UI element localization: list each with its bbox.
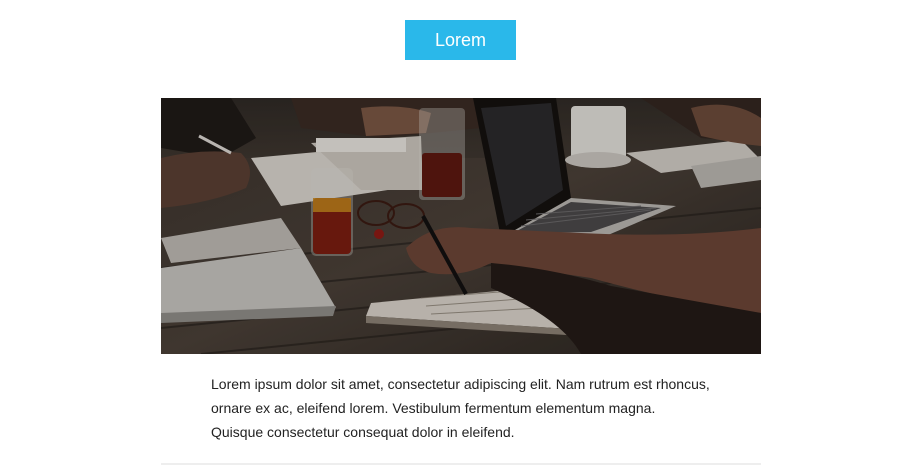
divider (161, 463, 761, 465)
body-line: Quisque consectetur consequat dolor in e… (211, 424, 515, 440)
hero-image (161, 98, 761, 354)
body-paragraph: Lorem ipsum dolor sit amet, consectetur … (211, 372, 731, 444)
lorem-button[interactable]: Lorem (405, 20, 516, 60)
body-line: ornare ex ac, eleifend lorem. Vestibulum… (211, 400, 656, 416)
email-page: Lorem Lorem ipsum dolor sit amet, consec… (0, 0, 920, 466)
meeting-photo-illustration (161, 98, 761, 354)
body-line: Lorem ipsum dolor sit amet, consectetur … (211, 376, 710, 392)
